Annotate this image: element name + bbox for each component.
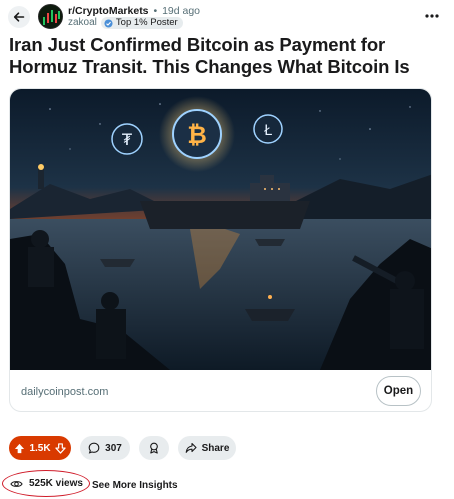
- views-text: 525K views: [29, 478, 83, 489]
- post-meta: r/CryptoMarkets • 19d ago: [68, 5, 200, 17]
- post-title[interactable]: Iran Just Confirmed Bitcoin as Payment f…: [9, 34, 449, 78]
- subreddit-avatar-icon: [39, 5, 62, 28]
- vote-control: 1.5K: [9, 436, 71, 460]
- post-age: 19d ago: [162, 5, 201, 17]
- downvote-icon[interactable]: [54, 442, 66, 454]
- link-preview-card[interactable]: ₿ ₮ Ł dailycoinpost.com Open: [9, 88, 432, 412]
- vote-count: 1.5K: [29, 442, 51, 454]
- eye-icon: [10, 480, 23, 487]
- link-preview-image[interactable]: ₿ ₮ Ł: [10, 89, 431, 370]
- author-username[interactable]: zakoal: [68, 17, 97, 29]
- subreddit-name[interactable]: r/CryptoMarkets: [68, 5, 149, 17]
- link-domain: dailycoinpost.com: [21, 386, 109, 398]
- author-line: zakoal Top 1% Poster: [68, 17, 183, 29]
- award-button[interactable]: [139, 436, 169, 460]
- upvote-icon[interactable]: [14, 443, 25, 454]
- award-icon: [150, 442, 158, 454]
- comment-icon: [88, 442, 100, 454]
- article-illustration: ₿ ₮ Ł: [10, 89, 431, 370]
- more-options-button[interactable]: [422, 8, 442, 24]
- view-count: 525K views: [10, 478, 83, 489]
- share-label: Share: [201, 442, 230, 454]
- svg-text:₿: ₿: [187, 121, 207, 149]
- flair-badge-icon: [104, 18, 113, 28]
- share-icon: [185, 442, 197, 453]
- flair-text: Top 1% Poster: [115, 17, 178, 28]
- comments-button[interactable]: 307: [80, 436, 130, 460]
- share-button[interactable]: Share: [178, 436, 236, 460]
- comment-count: 307: [105, 442, 122, 454]
- back-arrow-icon: [13, 12, 25, 22]
- open-link-button[interactable]: Open: [376, 376, 421, 406]
- see-more-insights-link[interactable]: See More Insights: [92, 480, 178, 491]
- subreddit-avatar[interactable]: [38, 4, 63, 29]
- back-button[interactable]: [8, 6, 30, 28]
- user-flair: Top 1% Poster: [100, 17, 183, 29]
- more-options-icon: [425, 14, 439, 18]
- meta-separator: •: [153, 5, 158, 17]
- svg-text:₮: ₮: [122, 130, 133, 149]
- svg-text:Ł: Ł: [263, 123, 272, 139]
